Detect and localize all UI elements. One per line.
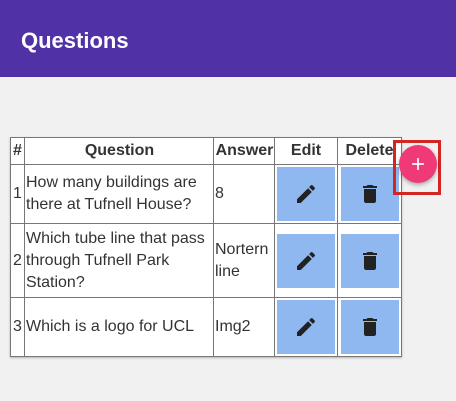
header-question: Question: [24, 137, 214, 165]
pencil-icon: [297, 184, 316, 203]
row-answer: 8: [213, 164, 275, 224]
header-delete: Delete: [337, 137, 402, 165]
header-edit: Edit: [274, 137, 338, 165]
add-question-button[interactable]: [399, 145, 437, 183]
header-num: #: [10, 137, 25, 165]
row-answer: Img2: [213, 297, 275, 357]
row-num: 1: [10, 164, 25, 224]
delete-button[interactable]: [340, 167, 399, 221]
page-title: Questions: [21, 28, 129, 53]
pencil-icon: [297, 317, 316, 336]
edit-button[interactable]: [277, 300, 335, 354]
table-row: 1 How many buildings are there at Tufnel…: [10, 164, 402, 224]
table-row: 3 Which is a logo for UCL Img2: [10, 297, 402, 357]
row-num: 3: [10, 297, 25, 357]
edit-button[interactable]: [277, 233, 335, 288]
row-question: Which is a logo for UCL: [24, 297, 214, 357]
edit-button[interactable]: [277, 167, 335, 221]
questions-table: # Question Answer Edit Delete 1 How many…: [10, 137, 402, 357]
trash-icon: [362, 318, 377, 336]
table-row: 2 Which tube line that pass through Tufn…: [10, 223, 402, 298]
row-question: Which tube line that pass through Tufnel…: [24, 223, 214, 298]
plus-icon: [412, 158, 424, 170]
row-num: 2: [10, 223, 25, 298]
delete-button[interactable]: [340, 233, 399, 288]
trash-icon: [362, 185, 377, 203]
header-answer: Answer: [213, 137, 275, 165]
row-answer: Nortern line: [213, 223, 275, 298]
pencil-icon: [297, 251, 316, 270]
row-question: How many buildings are there at Tufnell …: [24, 164, 214, 224]
delete-button[interactable]: [340, 300, 399, 354]
trash-icon: [362, 251, 377, 270]
table-header-row: # Question Answer Edit Delete: [10, 137, 402, 165]
app-bar: Questions: [0, 0, 456, 77]
